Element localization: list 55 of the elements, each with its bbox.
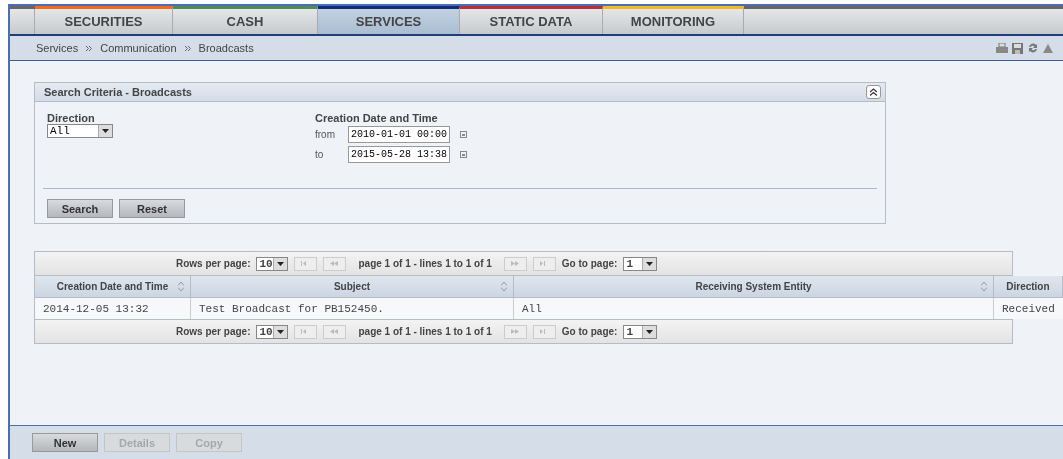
caret-icon — [646, 261, 654, 266]
chevron-icon — [86, 45, 93, 51]
rows-label: Rows per page: — [176, 258, 251, 269]
previous-icon — [330, 261, 340, 266]
chevron-icon — [184, 45, 191, 51]
breadcrumb-link[interactable]: Communication — [100, 42, 177, 54]
warning-icon[interactable] — [1043, 43, 1053, 53]
next-icon — [510, 261, 520, 266]
column-header[interactable]: Direction — [994, 276, 1063, 298]
rows-label: Rows per page: — [176, 326, 251, 337]
to-label: to — [315, 148, 325, 160]
refresh-icon[interactable] — [1027, 42, 1039, 54]
table-cell: 2014-12-05 13:32 — [35, 298, 191, 319]
form-button[interactable]: Reset — [119, 199, 185, 218]
sort-icon[interactable] — [981, 282, 987, 291]
dropdown[interactable]: 1 — [623, 256, 658, 271]
table-cell: Test Broadcast for PB152450. — [191, 298, 514, 319]
save-icon[interactable] — [1012, 42, 1023, 54]
caret-icon — [277, 329, 285, 334]
action-button[interactable]: New — [32, 433, 98, 452]
column-header[interactable]: Creation Date and Time — [35, 276, 191, 298]
goto-label: Go to page: — [561, 258, 618, 269]
date-field[interactable]: 2015-05-28 13:38 — [348, 145, 450, 163]
date-field[interactable]: 2010-01-01 00:00 — [348, 125, 450, 143]
sort-icon[interactable] — [501, 282, 507, 291]
page-info: page 1 of 1 - lines 1 to 1 of 1 — [358, 258, 492, 269]
caret-icon — [277, 261, 285, 266]
table-cell: All — [514, 298, 994, 319]
field-label: Direction — [47, 112, 96, 124]
calendar-icon[interactable] — [460, 150, 467, 158]
previous-icon — [330, 329, 340, 334]
breadcrumb-link[interactable]: Broadcasts — [198, 42, 254, 54]
page-info: page 1 of 1 - lines 1 to 1 of 1 — [358, 326, 492, 337]
form-button[interactable]: Search — [47, 199, 113, 218]
print-icon[interactable] — [996, 42, 1008, 54]
calendar-icon[interactable] — [460, 130, 467, 138]
column-header[interactable]: Receiving System Entity — [514, 276, 994, 298]
nav-tab[interactable]: SERVICES — [318, 6, 460, 34]
double-chevron-icon — [870, 88, 877, 96]
column-header[interactable]: Subject — [191, 276, 514, 298]
dropdown[interactable]: 1 — [623, 324, 658, 339]
field-label: Creation Date and Time — [315, 112, 439, 124]
dropdown[interactable]: 10 — [256, 324, 289, 339]
panel-title: Search Criteria - Broadcasts — [44, 86, 192, 98]
collapse-button[interactable] — [866, 85, 881, 99]
next-icon — [510, 329, 520, 334]
dropdown[interactable]: All — [47, 124, 113, 138]
from-label: from — [315, 128, 336, 140]
sort-icon[interactable] — [178, 282, 184, 291]
dropdown[interactable]: 10 — [256, 256, 289, 271]
breadcrumb-link[interactable]: Services — [36, 42, 79, 54]
caret-icon — [102, 129, 109, 133]
goto-label: Go to page: — [561, 326, 618, 337]
table-cell: Received — [994, 298, 1063, 319]
caret-icon — [646, 329, 654, 334]
